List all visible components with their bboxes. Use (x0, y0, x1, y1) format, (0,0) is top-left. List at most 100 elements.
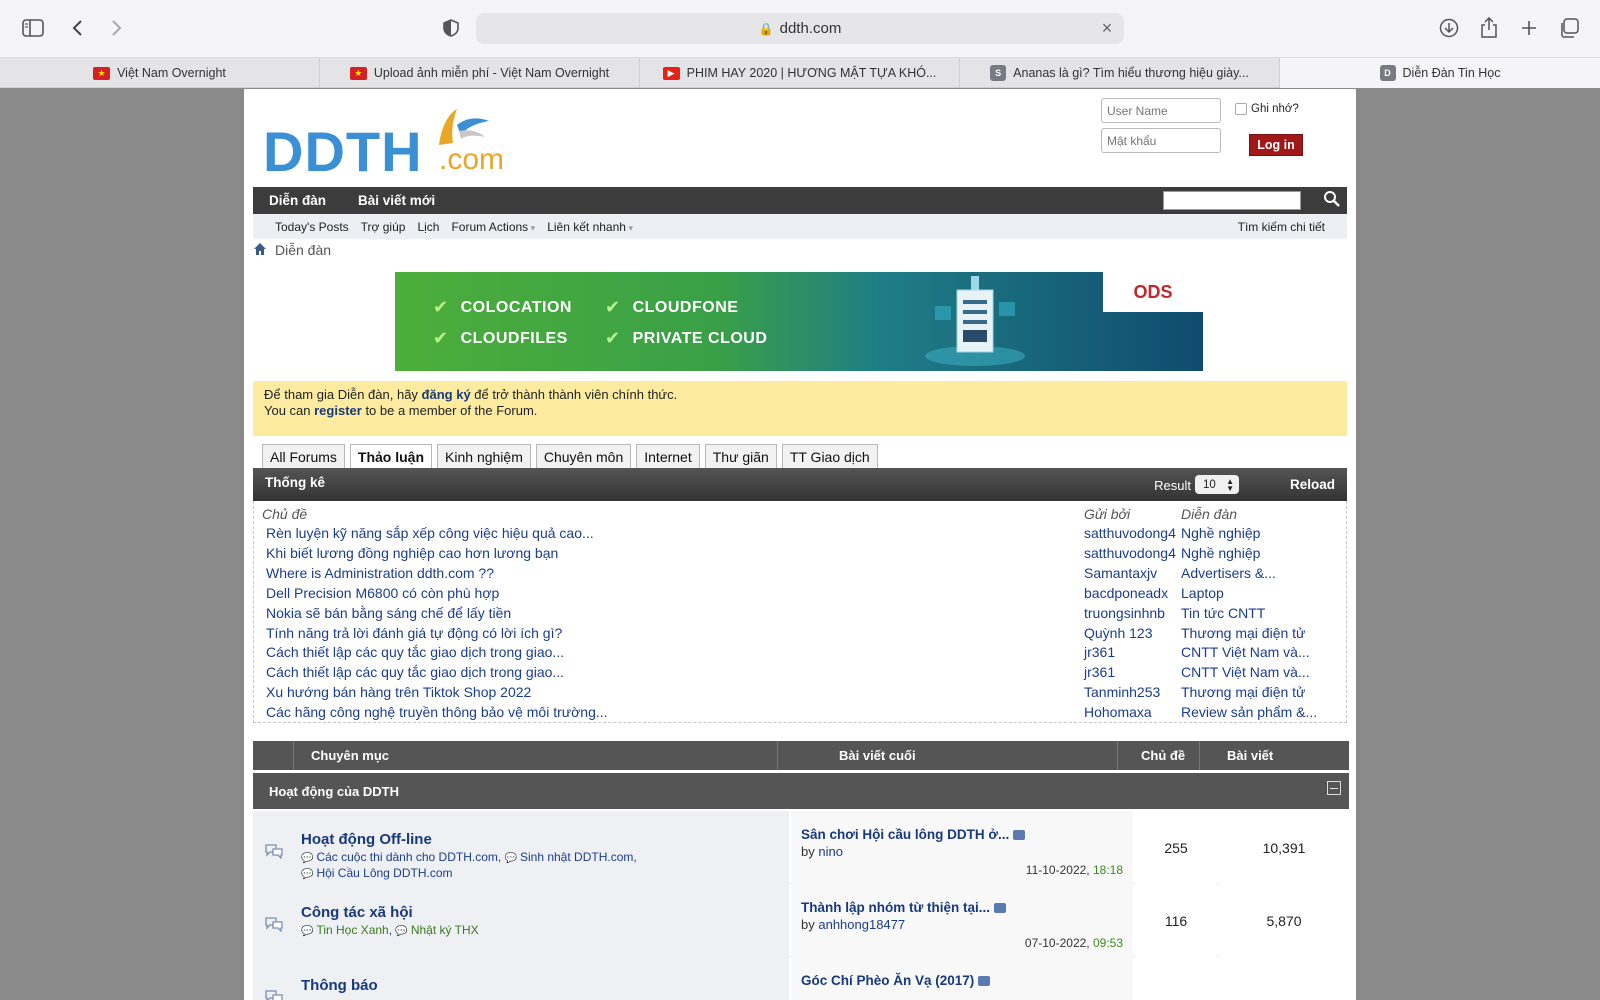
author-link[interactable]: Hohomaxa (1084, 704, 1152, 720)
last-post-cell: Góc Chí Phèo Ăn Vạ (2017) (791, 957, 1133, 1000)
subnav-quick-links[interactable]: Liên kết nhanh (547, 220, 633, 234)
topic-link[interactable]: Cách thiết lập các quy tắc giao dịch tro… (266, 664, 564, 680)
reload-button[interactable]: Reload (1290, 477, 1335, 492)
topic-link[interactable]: Tính năng trả lời đánh giá tự động có lờ… (266, 625, 562, 641)
author-link[interactable]: jr361 (1084, 644, 1115, 660)
password-input[interactable] (1101, 128, 1221, 153)
register-link-vi[interactable]: đăng ký (422, 387, 471, 402)
topic-link[interactable]: Cách thiết lập các quy tắc giao dịch tro… (266, 644, 564, 660)
clear-url-icon[interactable]: × (1096, 17, 1118, 39)
author-link[interactable]: Quỳnh 123 (1084, 625, 1153, 641)
forum-link[interactable]: CNTT Việt Nam và... (1181, 664, 1310, 680)
topic-link[interactable]: Dell Precision M6800 có còn phù hợp (266, 585, 499, 601)
advanced-search-link[interactable]: Tìm kiếm chi tiết (1238, 220, 1325, 234)
subnav-forum-actions[interactable]: Forum Actions (451, 220, 535, 234)
forum-link[interactable]: Tin tức CNTT (1181, 605, 1265, 621)
section-title[interactable]: Hoạt động của DDTH (269, 784, 399, 799)
topic-link[interactable]: Nokia sẽ bán bằng sáng chế để lấy tiền (266, 605, 511, 621)
topic-link[interactable]: Rèn luyện kỹ năng sắp xếp công việc hiệu… (266, 525, 594, 541)
browser-tab[interactable]: S Ananas là gì? Tìm hiểu thương hiệu giày… (960, 58, 1280, 88)
tab-internet[interactable]: Internet (636, 444, 700, 468)
url-bar[interactable]: 🔒 ddth.com × (476, 13, 1124, 44)
tab-all-forums[interactable]: All Forums (262, 444, 345, 468)
share-icon[interactable] (1474, 14, 1504, 42)
collapse-icon[interactable] (1327, 781, 1341, 795)
browser-tab[interactable]: ★ Upload ảnh miễn phí - Việt Nam Overnigh… (320, 58, 640, 88)
tab-relax[interactable]: Thư giãn (704, 444, 777, 468)
tab-experience[interactable]: Kinh nghiệm (437, 444, 531, 468)
last-post-link[interactable]: Thành lập nhóm từ thiện tại... (801, 900, 1007, 915)
subnav-calendar[interactable]: Lịch (417, 220, 439, 234)
topic-link[interactable]: Các hãng công nghệ truyền thông bảo vệ m… (266, 704, 608, 720)
search-input[interactable] (1163, 191, 1301, 210)
forum-title-link[interactable]: Hoạt động Off-line (301, 831, 432, 848)
author-link[interactable]: anhhong18477 (818, 917, 905, 932)
stats-table: Chủ đề Gửi bởi Diễn đàn Rèn luyện kỹ năn… (253, 501, 1347, 723)
login-button[interactable]: Log in (1249, 134, 1303, 156)
subforum-link[interactable]: Các cuộc thi dành cho DDTH.com (316, 850, 497, 864)
browser-tab[interactable]: ▶ PHIM HAY 2020 | HƯƠNG MẬT TỰA KHÓ... (640, 58, 960, 88)
ad-banner[interactable]: ✔ COLOCATION ✔ CLOUDFONE ✔ CLOUDFILES ✔ PRIV… (395, 272, 1203, 371)
author-link[interactable]: jr361 (1084, 664, 1115, 680)
site-logo[interactable]: DDTH .com (263, 107, 504, 183)
last-post-link[interactable]: Sân chơi Hội cầu lông DDTH ở... (801, 827, 1026, 842)
topic-link[interactable]: Where is Administration ddth.com ?? (266, 565, 494, 581)
forum-link[interactable]: Review sản phẩm &... (1181, 704, 1317, 720)
result-count-select[interactable]: 10 ▲ ▼ (1195, 475, 1239, 494)
forward-icon[interactable] (102, 14, 132, 42)
go-to-post-icon[interactable] (1013, 830, 1026, 841)
username-input[interactable] (1101, 98, 1221, 123)
author-link[interactable]: satthuvodong4 (1084, 545, 1176, 561)
download-icon[interactable] (1434, 14, 1464, 42)
author-link[interactable]: bacdponeadx (1084, 585, 1168, 601)
search-icon[interactable] (1323, 190, 1343, 210)
forum-title-link[interactable]: Thông báo (301, 977, 378, 994)
author-link[interactable]: nino (818, 844, 843, 859)
forum-title-link[interactable]: Công tác xã hội (301, 904, 413, 921)
col-forum-header: Diễn đàn (1181, 506, 1238, 522)
stats-row: Các hãng công nghệ truyền thông bảo vệ m… (254, 704, 1348, 724)
privacy-shield-icon[interactable] (436, 14, 466, 42)
author-link[interactable]: Samantaxjv (1084, 565, 1157, 581)
tab-trading[interactable]: TT Giao dịch (781, 444, 878, 468)
forum-link[interactable]: Laptop (1181, 585, 1224, 601)
subnav-todays-posts[interactable]: Today's Posts (275, 220, 349, 234)
subforum-link[interactable]: Nhật ký THX (411, 923, 479, 937)
sidebar-toggle-icon[interactable] (18, 14, 48, 42)
tab-specialty[interactable]: Chuyên môn (535, 444, 632, 468)
forum-link[interactable]: CNTT Việt Nam và... (1181, 644, 1310, 660)
go-to-post-icon[interactable] (994, 903, 1007, 914)
forum-link[interactable]: Thương mại điện tử (1181, 625, 1305, 641)
forum-link[interactable]: Advertisers &... (1181, 565, 1276, 581)
subforum-link[interactable]: Hội Cầu Lông DDTH.com (316, 866, 452, 880)
tab-overview-icon[interactable] (1554, 14, 1584, 42)
topic-link[interactable]: Xu hướng bán hàng trên Tiktok Shop 2022 (266, 684, 531, 700)
remember-checkbox[interactable] (1235, 103, 1247, 115)
breadcrumb-forum[interactable]: Diễn đàn (275, 242, 331, 258)
go-to-post-icon[interactable] (978, 976, 991, 987)
browser-tab-active[interactable]: D Diễn Đàn Tin Học (1280, 58, 1600, 88)
back-icon[interactable] (62, 14, 92, 42)
author-link[interactable]: truongsinhnb (1084, 605, 1165, 621)
check-icon: ✔ (433, 297, 449, 317)
topic-link[interactable]: Khi biết lương đồng nghiệp cao hơn lương… (266, 545, 558, 561)
home-icon[interactable] (253, 242, 267, 259)
subforum-link[interactable]: Sinh nhật DDTH.com (520, 850, 633, 864)
author-link[interactable]: Tanminh253 (1084, 684, 1160, 700)
tab-discussion[interactable]: Thảo luận (349, 444, 433, 468)
new-tab-icon[interactable] (1514, 14, 1544, 42)
author-link[interactable]: satthuvodong4 (1084, 525, 1176, 541)
nav-item-new-posts[interactable]: Bài viết mới (342, 193, 451, 208)
nav-item-forum[interactable]: Diễn đàn (253, 193, 342, 208)
forum-link[interactable]: Nghề nghiệp (1181, 545, 1260, 561)
forum-link[interactable]: Nghề nghiệp (1181, 525, 1260, 541)
col-by-header: Gửi bởi (1084, 506, 1131, 522)
browser-tab[interactable]: ★ Việt Nam Overnight (0, 58, 320, 88)
post-count: 5,870 (1266, 913, 1302, 929)
forum-link[interactable]: Thương mại điện tử (1181, 684, 1305, 700)
remember-me[interactable]: Ghi nhớ? (1235, 103, 1299, 115)
last-post-link[interactable]: Góc Chí Phèo Ăn Vạ (2017) (801, 973, 991, 988)
register-link-en[interactable]: register (314, 403, 362, 418)
subforum-link[interactable]: Tin Học Xanh (316, 923, 388, 937)
subnav-help[interactable]: Trợ giúp (361, 220, 406, 234)
